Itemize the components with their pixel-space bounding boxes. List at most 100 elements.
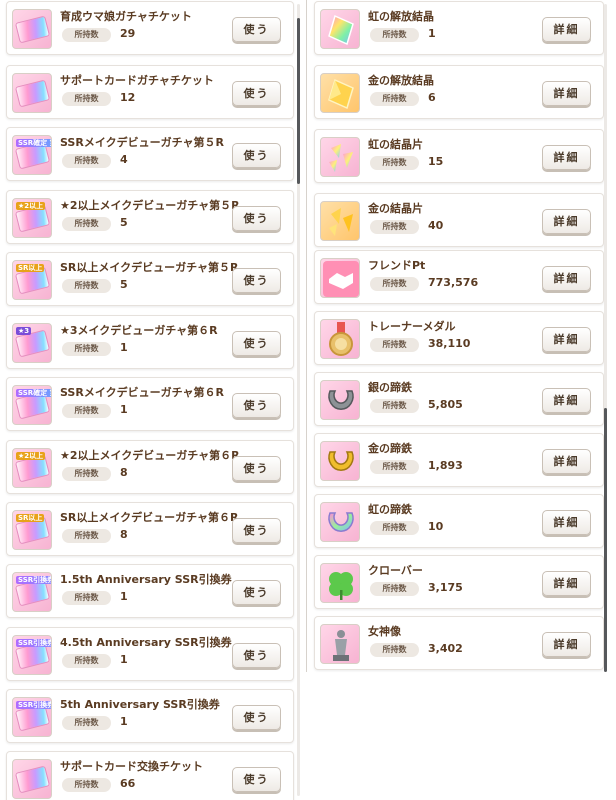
owned-count-value: 1 xyxy=(120,403,128,416)
material-row: 金の結晶片 所持数 40 詳細 xyxy=(314,193,604,247)
left-list-scrollbar-thumb[interactable] xyxy=(297,18,300,184)
ticket-icon xyxy=(14,15,51,44)
clover-icon xyxy=(321,564,359,602)
owned-count-label: 所持数 xyxy=(62,217,111,231)
item-thumbnail xyxy=(320,201,360,241)
owned-count-value: 15 xyxy=(428,155,444,168)
owned-count-label: 所持数 xyxy=(62,404,111,418)
use-button[interactable]: 使う xyxy=(232,393,281,418)
ticket-row: ★3 ★3メイクデビューガチャ第６R 所持数 1 使う xyxy=(6,315,294,369)
details-button[interactable]: 詳細 xyxy=(542,571,591,596)
use-button[interactable]: 使う xyxy=(232,643,281,668)
item-name: 金の蹄鉄 xyxy=(368,442,412,455)
material-row: 虹の解放結晶 所持数 1 詳細 xyxy=(314,1,604,55)
use-button[interactable]: 使う xyxy=(232,580,281,605)
owned-count-label: 所持数 xyxy=(62,778,111,792)
ticket-thumbnail: SSR引換券 4.5th Anniv xyxy=(12,635,52,675)
owned-count-value: 773,576 xyxy=(428,276,479,289)
ticket-thumbnail: ★2以上 xyxy=(12,198,52,238)
owned-count-label: 所持数 xyxy=(370,582,419,596)
item-name: 金の解放結晶 xyxy=(368,74,434,87)
ticket-row: SSR確定 第5R SSRメイクデビューガチャ第５R 所持数 4 使う xyxy=(6,127,294,181)
material-row: 虹の結晶片 所持数 15 詳細 xyxy=(314,129,604,183)
owned-count-value: 1 xyxy=(428,27,436,40)
left-list-scrollbar[interactable] xyxy=(297,4,300,796)
owned-count-value: 3,175 xyxy=(428,581,463,594)
owned-count-value: 38,110 xyxy=(428,337,471,350)
owned-count-value: 1 xyxy=(120,590,128,603)
use-button[interactable]: 使う xyxy=(232,81,281,106)
material-row: 女神像 所持数 3,402 詳細 xyxy=(314,616,604,670)
owned-count-label: 所持数 xyxy=(62,342,111,356)
use-button[interactable]: 使う xyxy=(232,705,281,730)
owned-count-label: 所持数 xyxy=(62,591,111,605)
use-button[interactable]: 使う xyxy=(232,268,281,293)
use-button[interactable]: 使う xyxy=(232,767,281,792)
ticket-badge: ★2以上 xyxy=(16,452,46,460)
use-button[interactable]: 使う xyxy=(232,331,281,356)
gold-shard-icon xyxy=(321,202,359,240)
ticket-row: ★2以上 ★2以上メイクデビューガチャ第５R 所持数 5 使う xyxy=(6,190,294,244)
right-list-scrollbar-thumb[interactable] xyxy=(604,408,607,672)
item-name: SR以上メイクデビューガチャ第５R xyxy=(60,261,239,274)
ticket-thumbnail: ★3 xyxy=(12,323,52,363)
details-button[interactable]: 詳細 xyxy=(542,510,591,535)
owned-count-value: 66 xyxy=(120,777,136,790)
details-button[interactable]: 詳細 xyxy=(542,209,591,234)
details-button[interactable]: 詳細 xyxy=(542,81,591,106)
owned-count-value: 40 xyxy=(428,219,444,232)
use-button[interactable]: 使う xyxy=(232,518,281,543)
owned-count-label: 所持数 xyxy=(370,92,419,106)
ticket-row: 育成ウマ娘ガチャチケット 所持数 29 使う xyxy=(6,1,294,55)
material-row: 金の蹄鉄 所持数 1,893 詳細 xyxy=(314,433,604,487)
use-button[interactable]: 使う xyxy=(232,456,281,481)
owned-count-value: 1 xyxy=(120,341,128,354)
owned-count-value: 10 xyxy=(428,520,444,533)
item-name: SSRメイクデビューガチャ第６R xyxy=(60,386,224,399)
ticket-badge: SSR引換券 5th Anniv xyxy=(16,701,51,709)
ticket-thumbnail: SR以上 xyxy=(12,260,52,300)
details-button[interactable]: 詳細 xyxy=(542,145,591,170)
ticket-thumbnail: ★2以上 xyxy=(12,448,52,488)
item-name: サポートカード交換チケット xyxy=(60,760,203,773)
ticket-row: SSR引換券 1.5th Anniv 1.5th Anniversary SSR引… xyxy=(6,564,294,618)
details-button[interactable]: 詳細 xyxy=(542,266,591,291)
gold-horseshoe-icon xyxy=(321,442,359,480)
owned-count-label: 所持数 xyxy=(370,338,419,352)
ticket-row: ★2以上 ★2以上メイクデビューガチャ第６R 所持数 8 使う xyxy=(6,440,294,494)
owned-count-label: 所持数 xyxy=(62,467,111,481)
details-button[interactable]: 詳細 xyxy=(542,17,591,42)
ticket-badge: SR以上 xyxy=(16,264,45,272)
owned-count-label: 所持数 xyxy=(62,654,111,668)
ticket-icon xyxy=(14,765,51,794)
owned-count-value: 8 xyxy=(120,466,128,479)
item-thumbnail xyxy=(320,9,360,49)
item-thumbnail xyxy=(320,258,360,298)
item-name: 虹の蹄鉄 xyxy=(368,503,412,516)
rainbow-shard-icon xyxy=(321,138,359,176)
use-button[interactable]: 使う xyxy=(232,143,281,168)
item-name: 虹の結晶片 xyxy=(368,138,423,151)
owned-count-label: 所持数 xyxy=(62,28,111,42)
owned-count-label: 所持数 xyxy=(62,716,111,730)
item-name: 女神像 xyxy=(368,625,401,638)
details-button[interactable]: 詳細 xyxy=(542,327,591,352)
details-button[interactable]: 詳細 xyxy=(542,449,591,474)
item-thumbnail xyxy=(320,137,360,177)
item-name: 金の結晶片 xyxy=(368,202,423,215)
item-name: ★2以上メイクデビューガチャ第５R xyxy=(60,199,240,212)
ticket-badge: SSR引換券 4.5th Anniv xyxy=(16,639,51,647)
ticket-badge: SSR引換券 1.5th Anniv xyxy=(16,576,51,584)
material-row: クローバー 所持数 3,175 詳細 xyxy=(314,555,604,609)
details-button[interactable]: 詳細 xyxy=(542,632,591,657)
column-divider xyxy=(306,0,307,672)
owned-count-label: 所持数 xyxy=(370,277,419,291)
item-thumbnail xyxy=(320,441,360,481)
use-button[interactable]: 使う xyxy=(232,17,281,42)
details-button[interactable]: 詳細 xyxy=(542,388,591,413)
owned-count-value: 4 xyxy=(120,153,128,166)
material-row: 銀の蹄鉄 所持数 5,805 詳細 xyxy=(314,372,604,426)
ticket-badge: SSR確定 第6R xyxy=(16,389,51,397)
right-list-scrollbar[interactable] xyxy=(604,4,607,672)
use-button[interactable]: 使う xyxy=(232,206,281,231)
